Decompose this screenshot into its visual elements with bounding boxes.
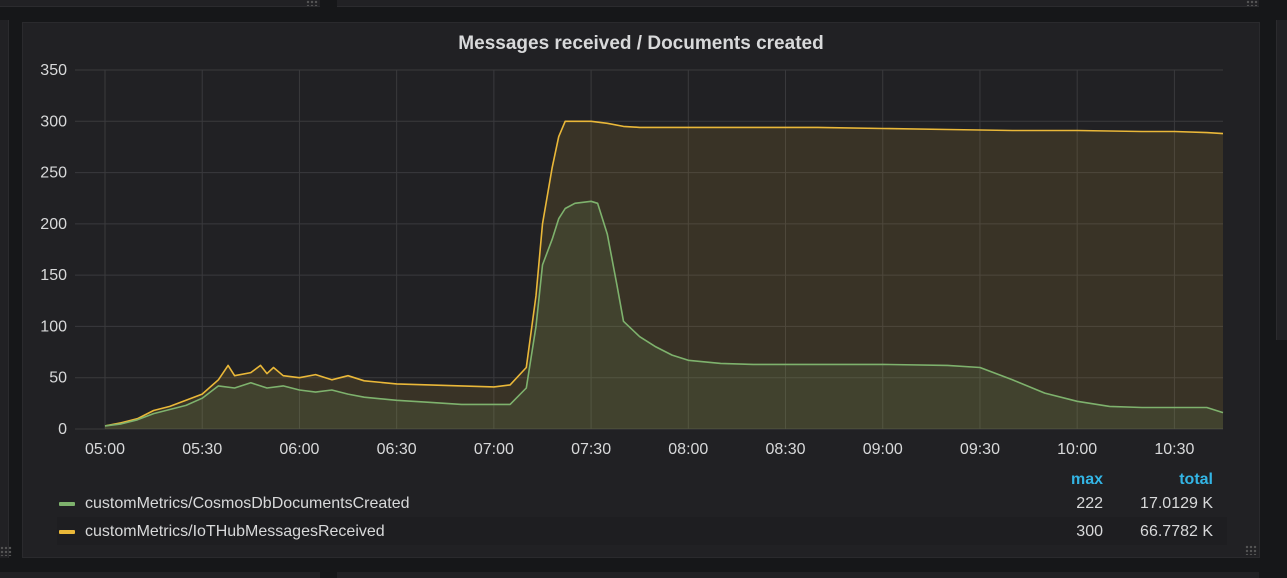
legend-total-value: 66.7782 K bbox=[1140, 523, 1213, 540]
x-tick-label: 07:30 bbox=[571, 441, 611, 458]
y-tick-label: 300 bbox=[40, 113, 67, 130]
left-panel-resize-handle[interactable] bbox=[0, 546, 12, 556]
right-panel-edge bbox=[1276, 20, 1287, 340]
x-tick-label: 06:30 bbox=[377, 441, 417, 458]
y-tick-label: 50 bbox=[49, 370, 67, 387]
top-panel-edge-right bbox=[337, 0, 1259, 7]
y-tick-label: 350 bbox=[40, 62, 67, 79]
top-right-panel-resize-handle[interactable] bbox=[1246, 0, 1258, 6]
legend-table: max total customMetrics/CosmosDbDocument… bbox=[57, 467, 1227, 545]
top-panel-resize-handle[interactable] bbox=[306, 0, 318, 6]
legend-series-label[interactable]: customMetrics/CosmosDbDocumentsCreated bbox=[85, 495, 410, 513]
legend-max-value: 300 bbox=[1076, 523, 1103, 540]
left-panel-edge bbox=[0, 20, 9, 558]
legend-row-iothub[interactable]: customMetrics/IoTHubMessagesReceived 300… bbox=[57, 517, 1227, 545]
graph-panel: Messages received / Documents created 05… bbox=[22, 22, 1260, 558]
legend-header: max total bbox=[57, 467, 1227, 489]
bottom-panel-edge-left bbox=[0, 572, 320, 578]
top-panel-edge-left bbox=[0, 0, 320, 7]
y-tick-label: 250 bbox=[40, 165, 67, 182]
x-tick-label: 05:30 bbox=[182, 441, 222, 458]
x-tick-label: 06:00 bbox=[279, 441, 319, 458]
legend-total-value: 17.0129 K bbox=[1140, 495, 1213, 512]
legend-max-value: 222 bbox=[1076, 495, 1103, 512]
x-tick-label: 05:00 bbox=[85, 441, 125, 458]
y-tick-label: 100 bbox=[40, 318, 67, 335]
legend-row-cosmos[interactable]: customMetrics/CosmosDbDocumentsCreated 2… bbox=[57, 489, 1227, 517]
x-tick-label: 10:30 bbox=[1154, 441, 1194, 458]
x-tick-label: 09:00 bbox=[863, 441, 903, 458]
series-color-swatch[interactable] bbox=[59, 530, 75, 534]
y-tick-label: 200 bbox=[40, 216, 67, 233]
x-tick-label: 09:30 bbox=[960, 441, 1000, 458]
panel-resize-handle[interactable] bbox=[1245, 545, 1257, 555]
bottom-panel-edge-right bbox=[337, 572, 1259, 578]
x-tick-label: 08:30 bbox=[765, 441, 805, 458]
y-tick-label: 0 bbox=[58, 421, 67, 438]
legend-series-label[interactable]: customMetrics/IoTHubMessagesReceived bbox=[85, 523, 385, 541]
x-tick-label: 10:00 bbox=[1057, 441, 1097, 458]
legend-max-header[interactable]: max bbox=[1071, 471, 1103, 489]
x-tick-label: 08:00 bbox=[668, 441, 708, 458]
x-tick-label: 07:00 bbox=[474, 441, 514, 458]
y-tick-label: 150 bbox=[40, 267, 67, 284]
chart-area[interactable]: 0 50 100 150 200 250 300 350 05:00 05:30 06:00 06:3… bbox=[23, 23, 1259, 463]
legend-total-header[interactable]: total bbox=[1179, 471, 1213, 489]
series-color-swatch[interactable] bbox=[59, 502, 75, 506]
